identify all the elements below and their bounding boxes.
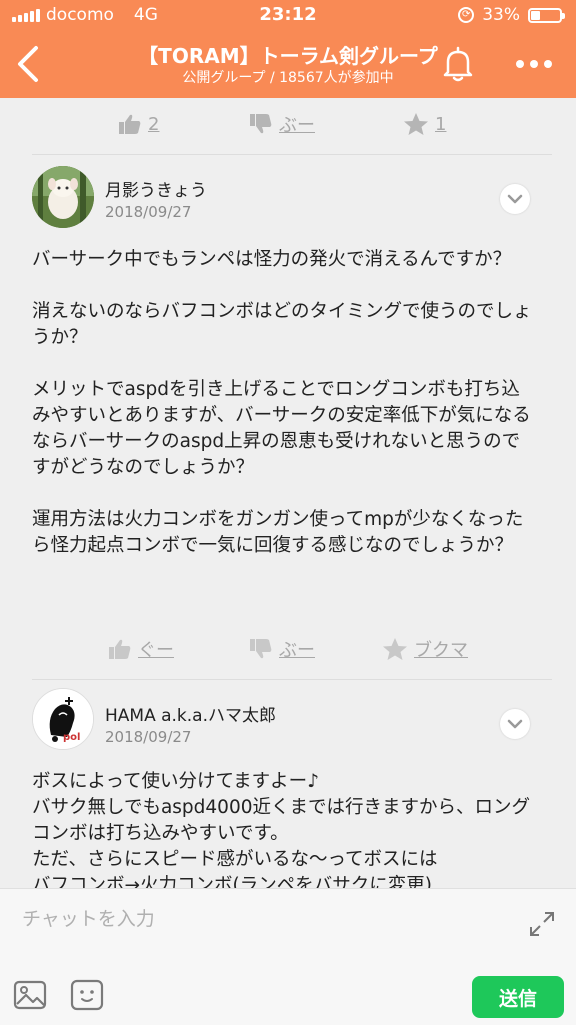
group-subtitle: 公開グループ / 18567人が参加中 [182, 70, 394, 86]
bookmark-button[interactable]: ブクマ [382, 624, 468, 674]
expand-button[interactable] [527, 909, 557, 939]
send-button[interactable]: 送信 [472, 976, 564, 1018]
post-menu-button[interactable] [500, 709, 530, 739]
post-menu-button[interactable] [500, 184, 530, 214]
post-author: 月影うきょう [105, 181, 207, 201]
chevron-down-icon [507, 194, 523, 204]
boo-button[interactable]: ぶー [249, 624, 315, 674]
post-date: 2018/09/27 [105, 203, 192, 221]
more-menu-button[interactable] [512, 52, 556, 76]
thumbs-down-icon [250, 114, 272, 134]
group-title: 【TORAM】トーラム剣グループ [138, 44, 438, 68]
battery-icon [528, 7, 565, 23]
boo-button[interactable]: ぶー [249, 99, 315, 149]
thumbs-up-icon [119, 114, 141, 134]
user-avatar-image [32, 166, 94, 228]
reaction-row: 2 ぶー 1 [0, 99, 576, 149]
message-list[interactable]: 2 ぶー 1 月影うきょう 2018/09/27 バーサーク中でもランペは怪力の… [0, 98, 576, 888]
post-date: 2018/09/27 [105, 728, 192, 746]
post-author: HAMA a.k.a.ハマ太郎 [105, 706, 277, 726]
thumbs-down-icon [250, 639, 272, 659]
bell-icon [443, 46, 473, 82]
post-body: ボスによって使い分けてますよー♪ バサク無しでもaspd4000近くまでは行きま… [32, 771, 530, 888]
reaction-row: ぐー ぶー ブクマ [0, 624, 576, 674]
good-button[interactable]: 2 [118, 99, 159, 149]
star-icon [404, 113, 428, 135]
sticker-button[interactable] [70, 979, 104, 1011]
boo-label: ぶー [279, 115, 315, 136]
image-icon [13, 980, 47, 1010]
battery-percent: 33% [482, 5, 520, 25]
status-bar: docomo 4G 23:12 ⟳ 33% [0, 0, 576, 30]
good-button[interactable]: ぐー [108, 624, 174, 674]
thumbs-up-icon [109, 639, 131, 659]
bookmark-count: 1 [435, 113, 447, 135]
bookmark-label: ブクマ [414, 640, 468, 661]
good-count: 2 [148, 113, 160, 135]
sticker-icon [70, 979, 104, 1011]
rotation-lock-icon: ⟳ [458, 7, 475, 23]
divider [32, 679, 552, 680]
divider [32, 154, 552, 155]
avatar[interactable] [32, 166, 94, 228]
avatar-text: pol [63, 732, 81, 743]
chat-composer: 送信 [0, 888, 576, 1025]
chevron-down-icon [507, 719, 523, 729]
expand-icon [530, 912, 554, 936]
notification-button[interactable] [438, 44, 478, 84]
header-bar: docomo 4G 23:12 ⟳ 33% 【TORAM】トーラム剣グループ 公… [0, 0, 576, 98]
boo-label: ぶー [279, 640, 315, 661]
image-attach-button[interactable] [13, 980, 47, 1010]
good-label: ぐー [138, 640, 174, 661]
bookmark-button[interactable]: 1 [403, 99, 446, 149]
post-body: バーサーク中でもランペは怪力の発火で消えるんですか？ 消えないのならバフコンボは… [32, 249, 532, 556]
more-dots-icon [516, 60, 552, 68]
star-icon [383, 638, 407, 660]
chat-input[interactable] [20, 903, 504, 935]
